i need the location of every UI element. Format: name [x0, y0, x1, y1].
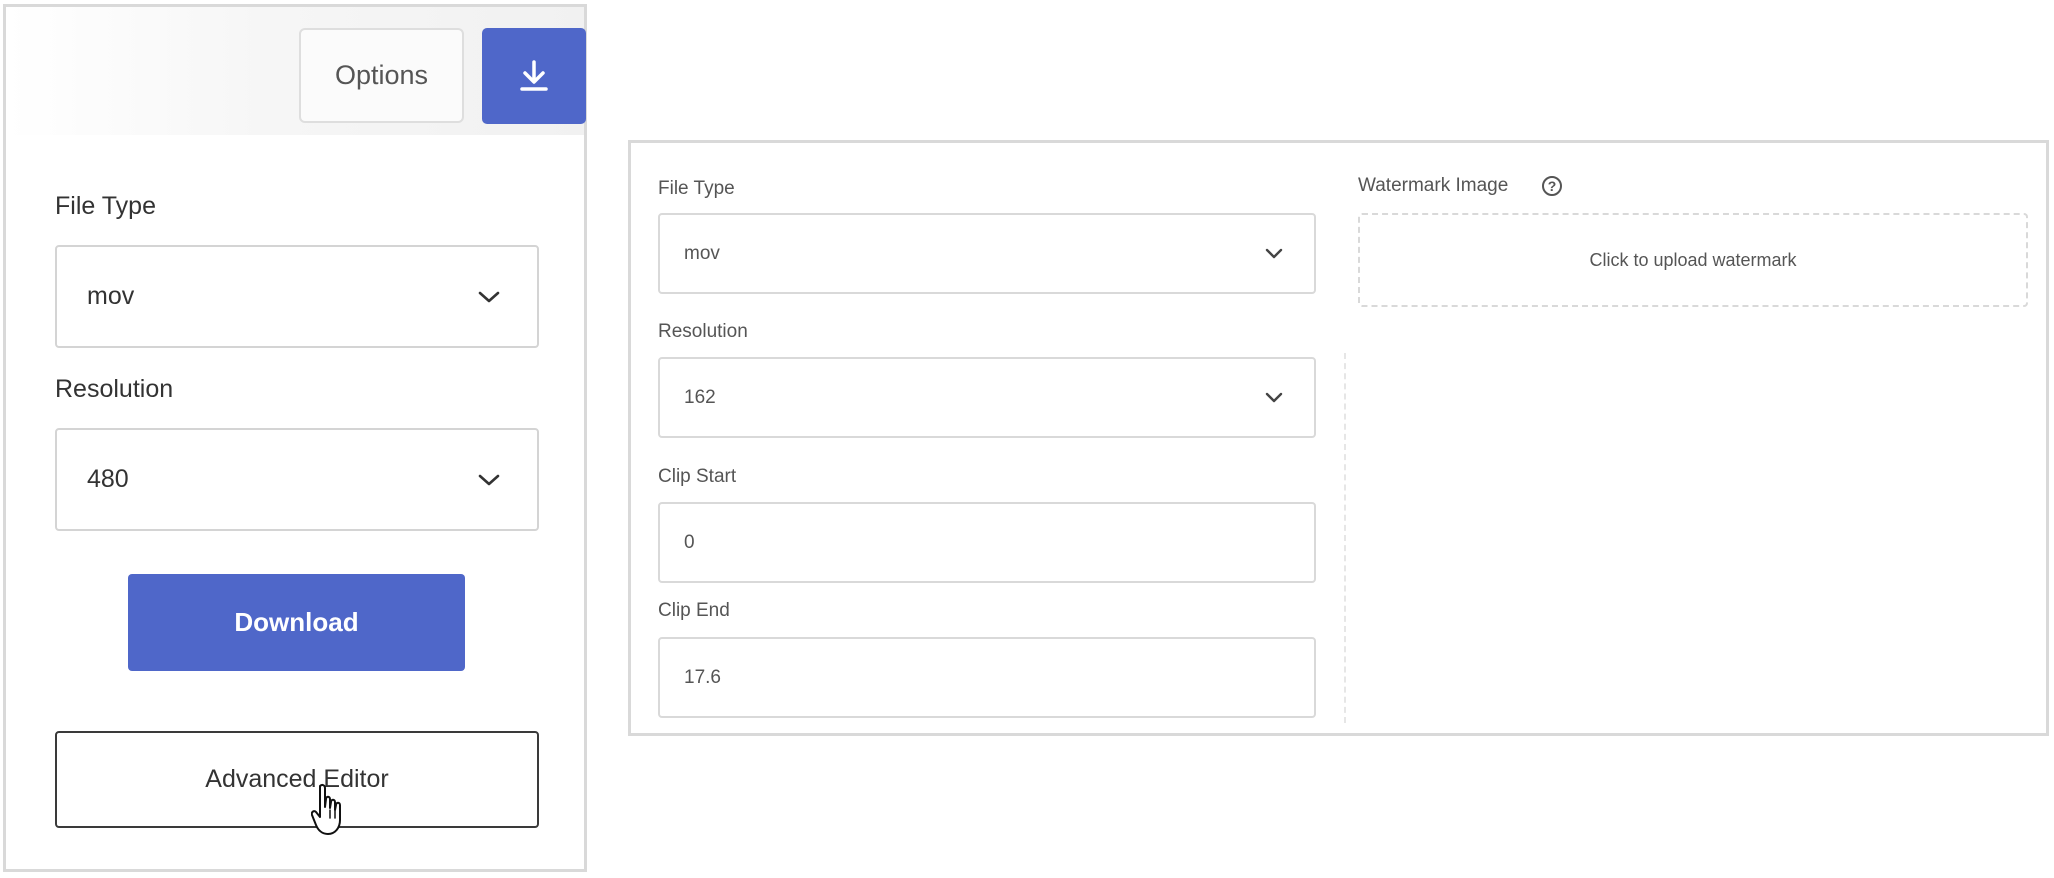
help-icon[interactable]: ?: [1542, 176, 1562, 196]
clip-end-label: Clip End: [658, 600, 730, 621]
resolution-value: 480: [87, 465, 129, 493]
panel-header: Options: [6, 7, 586, 135]
upload-watermark-text: Click to upload watermark: [1589, 249, 1797, 270]
clip-end-value: 17.6: [684, 666, 721, 688]
advanced-editor-label: Advanced Editor: [205, 765, 389, 793]
quick-download-button[interactable]: [482, 28, 586, 124]
clip-start-input[interactable]: 0: [658, 502, 1316, 583]
clip-start-value: 0: [684, 531, 695, 553]
watermark-image-label: Watermark Image: [1358, 175, 1509, 196]
resolution-value: 162: [684, 386, 716, 408]
chevron-down-icon: [1265, 248, 1283, 258]
options-button[interactable]: Options: [299, 28, 464, 123]
download-button[interactable]: Download: [128, 574, 465, 671]
file-type-value: mov: [87, 282, 135, 310]
file-type-value: mov: [684, 242, 720, 264]
advanced-editor-panel: File Type mov Resolution 162 Clip Start …: [628, 140, 2049, 736]
column-divider: [1344, 353, 1346, 723]
file-type-label: File Type: [55, 192, 156, 220]
export-panel: Options File Type mov Resolution 480 Dow…: [3, 4, 587, 872]
download-icon: [520, 60, 548, 91]
resolution-select[interactable]: 162: [658, 357, 1316, 438]
file-type-label: File Type: [658, 178, 735, 199]
watermark-upload-zone[interactable]: Click to upload watermark: [1358, 213, 2028, 307]
advanced-editor-button[interactable]: Advanced Editor: [55, 731, 539, 828]
chevron-down-icon: [1265, 392, 1283, 402]
resolution-label: Resolution: [55, 375, 174, 403]
download-button-label: Download: [234, 607, 359, 637]
clip-end-input[interactable]: 17.6: [658, 637, 1316, 718]
chevron-down-icon: [478, 474, 500, 485]
resolution-select[interactable]: 480: [55, 428, 539, 531]
file-type-select[interactable]: mov: [55, 245, 539, 348]
options-button-label: Options: [334, 60, 429, 90]
resolution-label: Resolution: [658, 321, 748, 342]
chevron-down-icon: [478, 291, 500, 302]
clip-start-label: Clip Start: [658, 466, 737, 487]
file-type-select[interactable]: mov: [658, 213, 1316, 294]
hand-pointer-icon: [311, 783, 341, 835]
help-icon-glyph: ?: [1547, 178, 1557, 194]
